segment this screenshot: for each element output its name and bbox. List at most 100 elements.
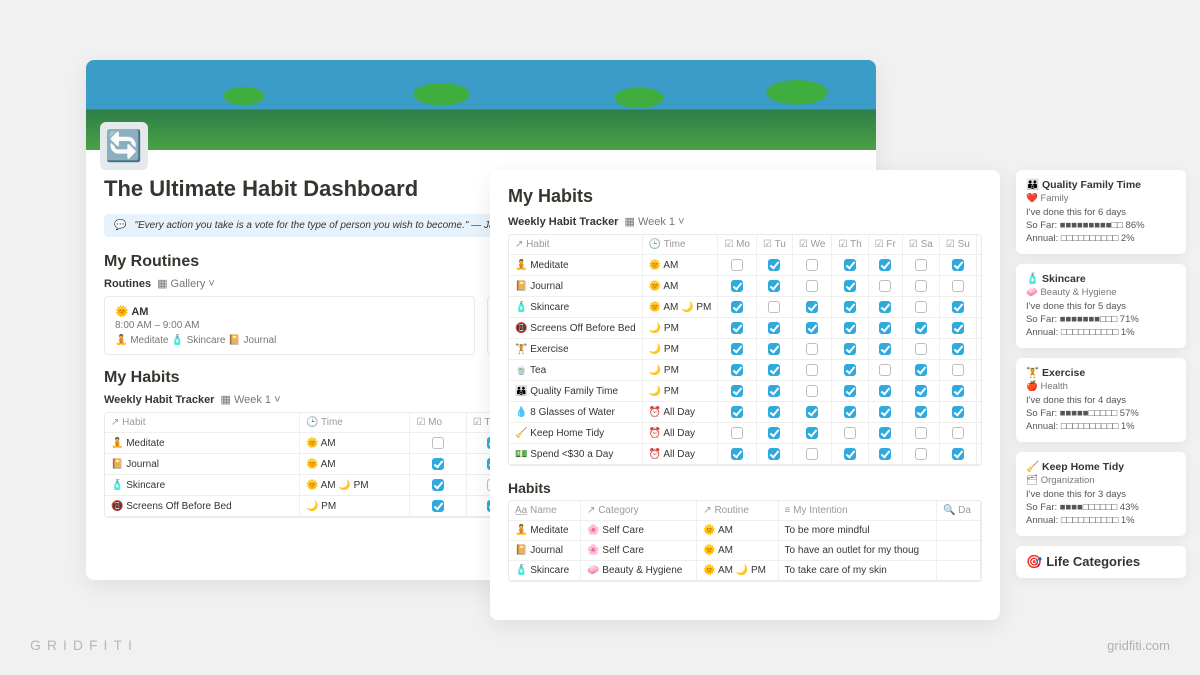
checkbox-icon[interactable] [844,448,856,460]
day-cell[interactable] [718,318,757,339]
checkbox-icon[interactable] [768,385,780,397]
day-cell[interactable] [939,444,976,465]
day-cell[interactable] [718,339,757,360]
checkbox-icon[interactable] [731,280,743,292]
checkbox-icon[interactable] [768,427,780,439]
checkbox-icon[interactable] [952,406,964,418]
checkbox-icon[interactable] [844,427,856,439]
checkbox-icon[interactable] [952,322,964,334]
checkbox-icon[interactable] [731,322,743,334]
checkbox-icon[interactable] [915,259,927,271]
checkbox-icon[interactable] [768,322,780,334]
day-cell[interactable] [939,423,976,444]
checkbox-icon[interactable] [731,301,743,313]
col-header[interactable]: ☑ Tu [757,235,793,255]
day-cell[interactable] [757,444,793,465]
day-cell[interactable] [792,444,832,465]
tracker-view-back[interactable]: ▦ Week 1 ˅ [220,393,280,406]
day-cell[interactable] [757,381,793,402]
day-cell[interactable] [792,276,832,297]
table-row[interactable]: 📔 Journal🌸 Self Care🌞 AMTo have an outle… [509,541,981,561]
checkbox-icon[interactable] [768,343,780,355]
checkbox-icon[interactable] [731,364,743,376]
tracker-view-front[interactable]: ▦ Week 1 ˅ [624,215,684,228]
col-header[interactable]: ☑ Fr [868,235,902,255]
day-cell[interactable] [868,360,902,381]
life-categories-heading[interactable]: 🎯Life Categories [1016,546,1186,578]
checkbox-icon[interactable] [806,322,818,334]
checkbox-icon[interactable] [731,427,743,439]
table-row[interactable]: 🧘 Meditate🌸 Self Care🌞 AMTo be more mind… [509,521,981,541]
day-cell[interactable] [939,381,976,402]
checkbox-icon[interactable] [879,259,891,271]
checkbox-icon[interactable] [731,385,743,397]
day-cell[interactable] [902,276,939,297]
checkbox-icon[interactable] [915,343,927,355]
day-cell[interactable] [939,360,976,381]
checkbox-icon[interactable] [731,406,743,418]
day-cell[interactable] [718,402,757,423]
checkbox-icon[interactable] [432,500,444,512]
day-cell[interactable] [902,381,939,402]
day-cell[interactable] [939,402,976,423]
checkbox-icon[interactable] [806,301,818,313]
routines-view-select[interactable]: ▦ Gallery ˅ [157,277,215,290]
col-header[interactable]: ↗ Habit [105,413,299,433]
day-cell[interactable] [757,339,793,360]
checkbox-icon[interactable] [432,458,444,470]
checkbox-icon[interactable] [806,406,818,418]
day-cell[interactable] [902,423,939,444]
checkbox-icon[interactable] [768,259,780,271]
checkbox-icon[interactable] [806,280,818,292]
day-cell[interactable] [792,255,832,276]
day-cell[interactable] [832,423,868,444]
checkbox-icon[interactable] [915,280,927,292]
day-cell[interactable] [757,318,793,339]
checkbox-icon[interactable] [952,343,964,355]
checkbox-icon[interactable] [952,448,964,460]
day-cell[interactable] [757,360,793,381]
checkbox-icon[interactable] [844,343,856,355]
checkbox-icon[interactable] [731,259,743,271]
habit-summary-card[interactable]: 🏋️ Exercise 🍎 Health I've done this for … [1016,358,1186,442]
day-cell[interactable] [410,475,466,496]
day-cell[interactable] [792,381,832,402]
day-cell[interactable] [902,444,939,465]
page-icon[interactable]: 🔄 [100,122,148,170]
col-header[interactable]: ↗ Habit [509,235,642,255]
day-cell[interactable] [792,297,832,318]
checkbox-icon[interactable] [432,479,444,491]
col-header[interactable]: ☑ Mo [410,413,466,433]
checkbox-icon[interactable] [879,385,891,397]
checkbox-icon[interactable] [915,448,927,460]
day-cell[interactable] [868,402,902,423]
day-cell[interactable] [410,454,466,475]
checkbox-icon[interactable] [879,448,891,460]
day-cell[interactable] [832,444,868,465]
table-row[interactable]: 👪 Quality Family Time🌙 PM86% [509,381,982,402]
day-cell[interactable] [939,339,976,360]
table-row[interactable]: 🏋️ Exercise🌙 PM57% [509,339,982,360]
day-cell[interactable] [868,423,902,444]
day-cell[interactable] [868,339,902,360]
day-cell[interactable] [868,297,902,318]
col-header[interactable]: 🕒 Time [642,235,718,255]
day-cell[interactable] [832,381,868,402]
checkbox-icon[interactable] [915,322,927,334]
day-cell[interactable] [868,276,902,297]
checkbox-icon[interactable] [879,406,891,418]
table-row[interactable]: 🧹 Keep Home Tidy⏰ All Day43% [509,423,982,444]
checkbox-icon[interactable] [952,427,964,439]
checkbox-icon[interactable] [844,280,856,292]
day-cell[interactable] [718,423,757,444]
routine-card[interactable]: 🌞 AM 8:00 AM – 9:00 AM 🧘 Meditate 🧴 Skin… [104,296,475,355]
day-cell[interactable] [868,318,902,339]
checkbox-icon[interactable] [806,427,818,439]
checkbox-icon[interactable] [952,301,964,313]
day-cell[interactable] [902,255,939,276]
day-cell[interactable] [902,318,939,339]
checkbox-icon[interactable] [915,427,927,439]
col-header[interactable]: A̲a̲ Name [509,501,581,521]
checkbox-icon[interactable] [844,364,856,376]
day-cell[interactable] [718,444,757,465]
